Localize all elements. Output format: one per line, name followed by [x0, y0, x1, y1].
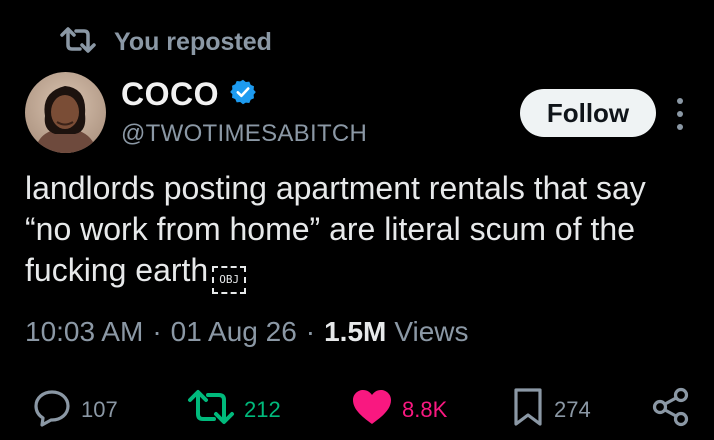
meta-separator: · [152, 316, 162, 347]
like-count: 8.8K [402, 397, 448, 422]
views-label: Views [394, 316, 469, 347]
bookmark-button[interactable]: 274 [511, 386, 591, 434]
meta-separator: · [305, 316, 316, 347]
repost-icon [60, 26, 96, 58]
repost-icon [187, 389, 235, 431]
object-replacement-glyph: OBJ [212, 266, 247, 294]
tweet-text: landlords posting apartment rentals that… [25, 170, 646, 288]
share-button[interactable] [651, 386, 691, 434]
display-name[interactable]: COCO [121, 76, 219, 113]
tweet-body: landlords posting apartment rentals that… [25, 168, 695, 294]
avatar[interactable] [25, 72, 106, 153]
author-handle[interactable]: @TWOTIMESABITCH [121, 120, 367, 148]
bookmark-count: 274 [554, 397, 591, 422]
like-button[interactable]: 8.8K [351, 386, 447, 434]
reply-icon [32, 387, 72, 433]
bookmark-icon [511, 387, 545, 433]
action-bar: 107 212 8.8K 274 [0, 386, 714, 434]
verified-badge-icon [229, 78, 257, 111]
share-icon [651, 387, 691, 433]
follow-button[interactable]: Follow [520, 89, 656, 137]
reply-button[interactable]: 107 [32, 386, 118, 434]
reply-count: 107 [81, 397, 118, 422]
tweet-time[interactable]: 10:03 AM [25, 316, 143, 348]
repost-button[interactable]: 212 [187, 386, 281, 434]
views-count: 1.5M [324, 316, 387, 347]
tweet-meta: 10:03 AM · 01 Aug 26 · 1.5M Views [25, 310, 469, 354]
repost-banner: You reposted [60, 24, 272, 60]
repost-count: 212 [244, 397, 281, 422]
heart-icon [351, 388, 393, 432]
repost-banner-text: You reposted [114, 27, 272, 56]
more-vertical-icon[interactable] [672, 98, 688, 130]
tweet-date[interactable]: 01 Aug 26 [171, 316, 297, 348]
author-name-row[interactable]: COCO [121, 74, 257, 114]
